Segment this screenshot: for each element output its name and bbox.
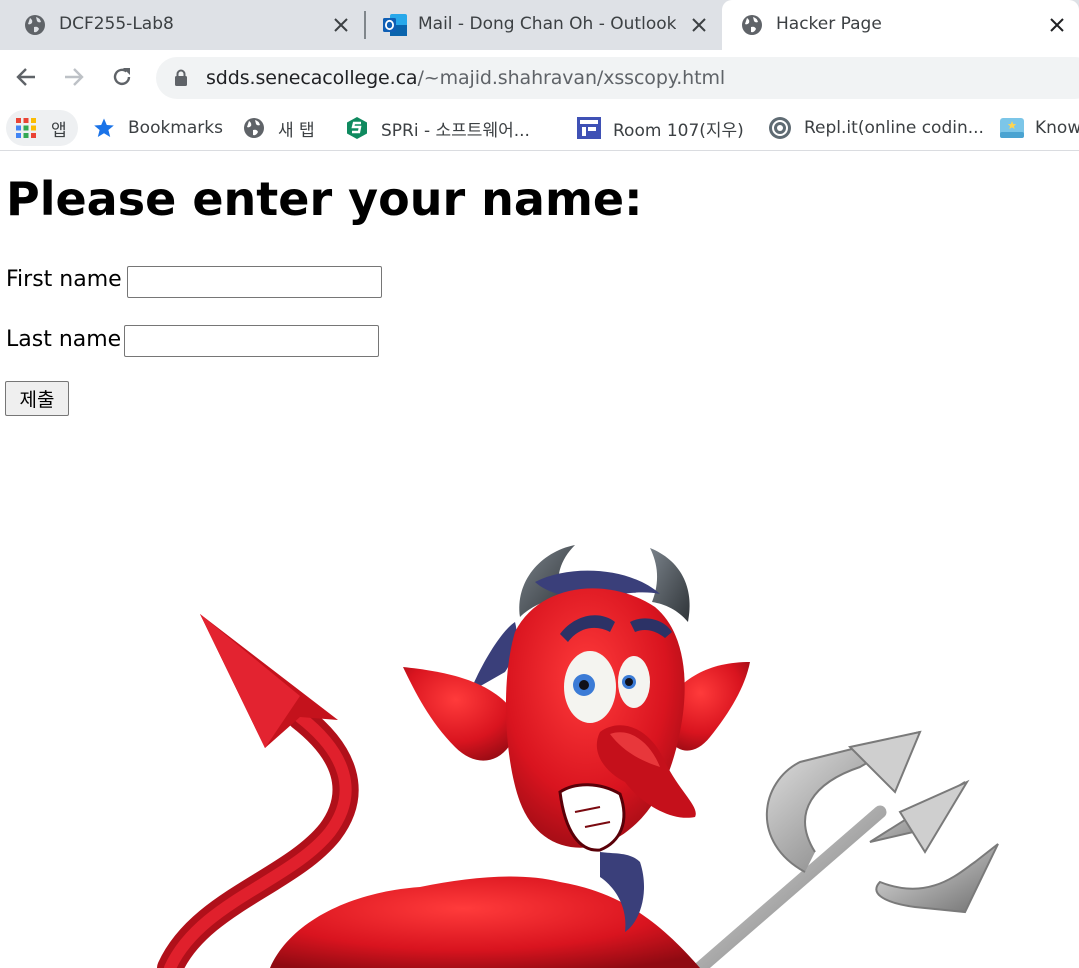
apps-grid-icon [16,118,36,138]
address-bar[interactable]: sdds.senecacollege.ca/~majid.shahravan/x… [156,57,1079,99]
submit-button[interactable]: 제출 [5,381,69,416]
forward-arrow-icon [65,68,84,86]
first-name-input[interactable] [127,266,382,298]
bookmark-label: SPRi - 소프트웨어... [381,120,530,141]
globe-icon [25,15,45,35]
back-arrow-icon [16,68,35,86]
bookmark-label: Repl.it(online codin... [804,118,984,138]
reload-button[interactable] [107,62,137,92]
bookmark-room-107[interactable]: Room 107(지우) [577,110,744,146]
left-ear [403,667,520,761]
tail [157,614,359,968]
browser-toolbar: sdds.senecacollege.ca/~majid.shahravan/x… [0,50,1079,103]
bookmark-replit[interactable]: Repl.it(online codin... [768,110,984,146]
back-button[interactable] [11,62,41,92]
globe-icon [244,118,264,138]
bookmark-label: Bookmarks [128,118,223,138]
bookmarks-bar: 앱 Bookmarks 새 탭 SPRi - 소프트웨어... Room 107… [0,103,1079,151]
bookmark-bookmarks[interactable]: Bookmarks [93,110,223,146]
bookmark-new-tab[interactable]: 새 탭 [243,110,315,146]
tab-title: Hacker Page [776,14,882,34]
bookmark-spri[interactable]: SPRi - 소프트웨어... [346,110,530,146]
close-icon[interactable] [688,14,710,36]
reload-icon [113,68,131,86]
tab-dcf255[interactable]: DCF255-Lab8 [0,0,362,50]
book-icon [1000,118,1024,138]
devil-illustration [157,545,999,968]
tab-outlook-mail[interactable]: Mail - Dong Chan Oh - Outlook [366,0,720,50]
bookmark-label: 앱 [51,120,67,141]
globe-icon [742,15,762,35]
page-content: Please enter your name: First name Last … [0,152,1079,968]
first-name-label: First name [6,267,122,292]
room-icon [577,117,601,139]
close-icon[interactable] [1046,14,1068,36]
bookmark-label: Know [1035,118,1079,138]
tab-hacker-page[interactable]: Hacker Page [722,0,1079,50]
close-icon[interactable] [330,14,352,36]
url-host: sdds.senecacollege.ca [206,67,418,89]
star-icon [94,118,114,137]
tab-title: DCF255-Lab8 [59,14,174,34]
tab-strip: DCF255-Lab8 Mail - Dong Chan Oh - Outloo… [0,0,1079,50]
tab-title: Mail - Dong Chan Oh - Outlook [418,14,677,34]
replit-icon [769,117,791,139]
bookmark-label: 새 탭 [278,120,315,141]
url-text[interactable]: sdds.senecacollege.ca/~majid.shahravan/x… [206,67,725,89]
page-title: Please enter your name: [6,172,643,226]
lock-icon[interactable] [174,69,188,86]
last-name-label: Last name [6,327,122,352]
bookmark-label: Room 107(지우) [613,120,744,141]
trident [693,730,999,968]
bookmark-apps[interactable]: 앱 [6,110,78,146]
spri-logo-icon [347,117,367,139]
bookmark-know[interactable]: Know [999,110,1079,146]
url-path: /~majid.shahravan/xsscopy.html [417,67,726,89]
last-name-input[interactable] [124,325,379,357]
outlook-icon [383,14,407,36]
forward-button[interactable] [59,62,89,92]
